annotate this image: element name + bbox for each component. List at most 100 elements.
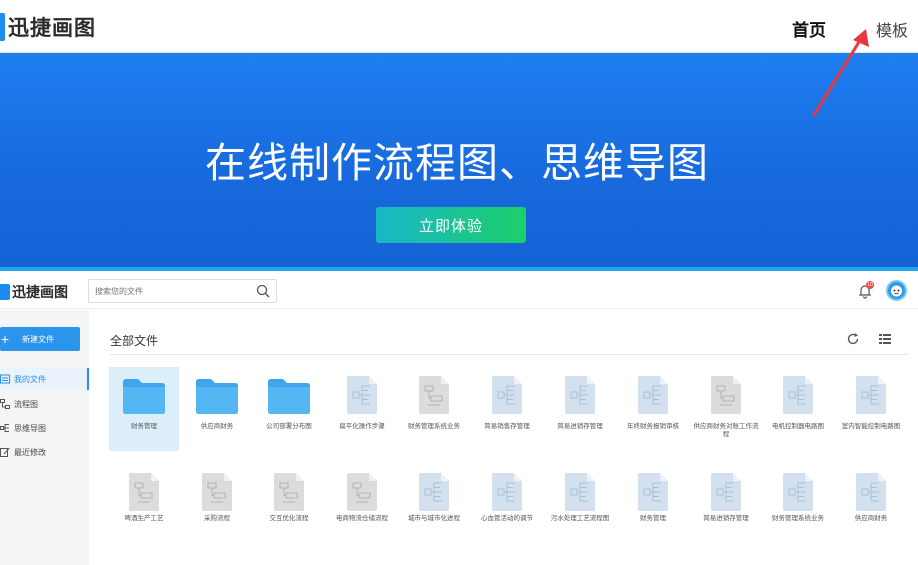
- file-tile[interactable]: 简易进销存管理: [545, 367, 615, 449]
- sidebar: + 新建文件 我的文件 流程图 思维导图 最近修改: [0, 310, 89, 565]
- search-icon[interactable]: [256, 284, 270, 298]
- app-header: 迅捷画图 10: [0, 271, 918, 309]
- recent-icon: [0, 447, 10, 457]
- file-tile[interactable]: 采购流程: [182, 464, 252, 546]
- folder-tile[interactable]: 公司部署分布图: [254, 367, 324, 449]
- file-tile[interactable]: 心血管活动的调节: [472, 464, 542, 546]
- site-logo[interactable]: 迅捷画图: [0, 12, 96, 42]
- flowchart-file-icon: [711, 376, 741, 414]
- file-tile[interactable]: 供应商财务对账工作流程: [691, 367, 761, 449]
- search-box: [88, 279, 277, 303]
- file-name: 简易销售存管理: [484, 423, 530, 430]
- file-tile[interactable]: 污水处理工艺流程图: [545, 464, 615, 546]
- file-name: 供应商财务对账工作流程: [693, 423, 759, 438]
- file-name: 财务管理系统业务: [408, 423, 460, 430]
- sidebar-item-recent[interactable]: 最近修改: [0, 441, 89, 463]
- file-name: 城市与城市化进程: [408, 515, 460, 522]
- page: 迅捷画图 首页 模板 在线制作流程图、思维导图 立即体验 迅捷画图 10: [0, 0, 918, 565]
- avatar[interactable]: [886, 280, 907, 301]
- file-tile[interactable]: 年终财务报销审核: [618, 367, 688, 449]
- sidebar-item-label: 我的文件: [14, 374, 46, 384]
- file-name: 财务管理: [131, 423, 157, 430]
- flowchart-file-icon: [347, 473, 377, 511]
- mindmap-file-icon: [783, 376, 813, 414]
- nav-templates-link[interactable]: 模板: [876, 17, 908, 41]
- mindmap-icon: [0, 424, 9, 432]
- file-tile[interactable]: 财务管理系统业务: [763, 464, 833, 546]
- file-tile[interactable]: 电商物流仓储流程: [327, 464, 397, 546]
- file-name: 简易进销存管理: [703, 515, 749, 522]
- app-logo[interactable]: 迅捷画图: [0, 282, 68, 302]
- hero-title: 在线制作流程图、思维导图: [205, 140, 709, 186]
- file-name: 交互优化流程: [269, 515, 309, 522]
- mindmap-file-icon: [638, 473, 668, 511]
- sidebar-item-label: 最近修改: [14, 447, 46, 457]
- file-panel: 全部文件 财务管理 供应商财务 公司部署分布图 扁平化操作步骤 财务管理系统业务 简易销售…: [89, 310, 918, 565]
- file-tile[interactable]: 城市与城市化进程: [399, 464, 469, 546]
- file-name: 电商物流仓储流程: [336, 515, 388, 522]
- plus-icon: +: [0, 331, 10, 347]
- panel-divider: [109, 354, 908, 355]
- mindmap-file-icon: [783, 473, 813, 511]
- top-nav: 迅捷画图 首页 模板: [0, 0, 918, 53]
- flowchart-file-icon: [274, 473, 304, 511]
- sidebar-item-my-files[interactable]: 我的文件: [0, 368, 89, 390]
- file-tile[interactable]: 啤酒生产工艺: [109, 464, 179, 546]
- folder-tile[interactable]: 财务管理: [109, 367, 179, 451]
- sidebar-item-label: 思维导图: [14, 423, 46, 433]
- sidebar-item-mindmap[interactable]: 思维导图: [0, 417, 89, 439]
- avatar-face-icon: [891, 285, 902, 297]
- mindmap-file-icon: [347, 376, 377, 414]
- my-files-icon: [0, 374, 10, 384]
- flowchart-icon: [0, 399, 10, 409]
- file-name: 财务管理: [640, 515, 666, 522]
- mindmap-file-icon: [565, 376, 595, 414]
- file-name: 供应商财务: [200, 423, 234, 430]
- refresh-icon[interactable]: [846, 332, 860, 346]
- new-file-button[interactable]: + 新建文件: [0, 327, 80, 351]
- file-name: 啤酒生产工艺: [124, 515, 164, 522]
- mindmap-file-icon: [638, 376, 668, 414]
- list-view-icon[interactable]: [878, 332, 892, 346]
- file-name: 扁平化操作步骤: [339, 423, 385, 430]
- flowchart-file-icon: [419, 376, 449, 414]
- file-tile[interactable]: 财务管理系统业务: [399, 367, 469, 449]
- file-tile[interactable]: 供应商财务: [836, 464, 906, 546]
- app-logo-mark-icon: [0, 284, 10, 300]
- flowchart-file-icon: [129, 473, 159, 511]
- file-name: 心血管活动的调节: [481, 515, 533, 522]
- folder-tile[interactable]: 供应商财务: [182, 367, 252, 449]
- file-name: 供应商财务: [854, 515, 888, 522]
- new-file-label: 新建文件: [22, 334, 54, 344]
- mindmap-file-icon: [492, 376, 522, 414]
- site-logo-text: 迅捷画图: [8, 17, 96, 40]
- folder-icon: [268, 379, 310, 414]
- file-tile[interactable]: 简易进销存管理: [691, 464, 761, 546]
- file-name: 电机控制器电路图: [772, 423, 824, 430]
- file-tile[interactable]: 财务管理: [618, 464, 688, 546]
- file-tile[interactable]: 交互优化流程: [254, 464, 324, 546]
- mindmap-file-icon: [419, 473, 449, 511]
- file-tile[interactable]: 电机控制器电路图: [763, 367, 833, 449]
- panel-title: 全部文件: [110, 334, 159, 348]
- sidebar-item-flowchart[interactable]: 流程图: [0, 393, 89, 415]
- app-logo-text: 迅捷画图: [12, 284, 68, 300]
- mindmap-file-icon: [711, 473, 741, 511]
- file-name: 年终财务报销审核: [627, 423, 679, 430]
- file-tile[interactable]: 扁平化操作步骤: [327, 367, 397, 449]
- hero-banner: 在线制作流程图、思维导图 立即体验: [0, 53, 918, 268]
- search-input[interactable]: [89, 280, 249, 302]
- folder-icon: [196, 379, 238, 414]
- notification-badge: 10: [866, 281, 874, 289]
- file-tile[interactable]: 室内智能控制电路图: [836, 367, 906, 449]
- try-now-button[interactable]: 立即体验: [376, 207, 526, 243]
- file-name: 财务管理系统业务: [772, 515, 824, 522]
- file-tile[interactable]: 简易销售存管理: [472, 367, 542, 449]
- folder-icon: [123, 379, 165, 414]
- file-name: 公司部署分布图: [266, 423, 312, 430]
- mindmap-file-icon: [856, 473, 886, 511]
- nav-home-link[interactable]: 首页: [792, 16, 826, 41]
- logo-mark-icon: [0, 13, 5, 41]
- sidebar-item-label: 流程图: [14, 399, 38, 409]
- flowchart-file-icon: [202, 473, 232, 511]
